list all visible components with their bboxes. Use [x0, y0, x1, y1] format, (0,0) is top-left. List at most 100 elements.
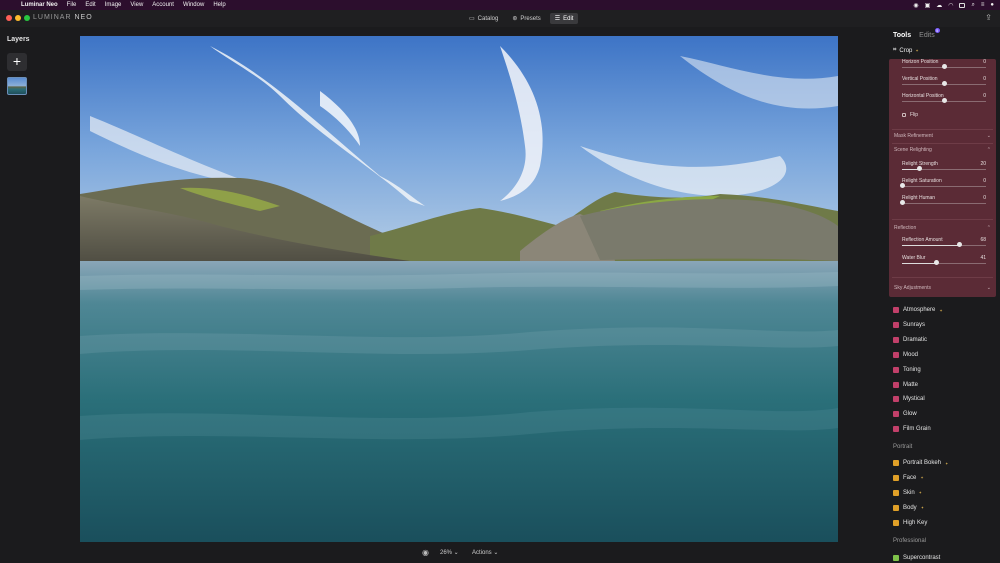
slider-label: Reflection Amount	[902, 237, 943, 243]
menu-edit[interactable]: Edit	[85, 2, 95, 8]
tool-film-grain[interactable]: Film Grain	[893, 424, 993, 434]
menu-account[interactable]: Account	[152, 2, 174, 8]
edits-count-badge: 5	[934, 28, 940, 33]
control-center-icon[interactable]: ≡	[981, 2, 985, 8]
face-icon	[893, 474, 899, 481]
status-icon-1[interactable]: ◉	[913, 2, 918, 9]
menu-window[interactable]: Window	[183, 2, 204, 8]
ai-star-icon: ✦	[945, 460, 949, 466]
share-icon[interactable]: ⇪	[985, 13, 992, 22]
ai-star-icon: ✦	[939, 307, 943, 313]
eye-icon[interactable]: ◉	[422, 548, 429, 557]
section-reflection[interactable]: Reflection ⌃	[894, 225, 993, 231]
glow-icon	[893, 411, 899, 418]
crop-icon: ⌗	[893, 47, 897, 53]
tool-skin[interactable]: Skin ✦	[893, 488, 993, 498]
siri-icon[interactable]: ●	[990, 2, 994, 8]
layer-thumbnail[interactable]	[7, 77, 27, 95]
close-window-button[interactable]	[6, 15, 12, 21]
section-scene-relighting[interactable]: Scene Relighting ⌃	[894, 147, 993, 153]
tool-label: Toning	[903, 366, 921, 373]
tool-portrait-bokeh[interactable]: Portrait Bokeh ✦	[893, 458, 993, 468]
supercontrast-icon	[893, 555, 899, 561]
slider-knob[interactable]	[900, 183, 905, 188]
tool-dramatic[interactable]: Dramatic	[893, 335, 993, 345]
tool-mystical[interactable]: Mystical	[893, 394, 993, 404]
zoom-dropdown[interactable]: 26% ⌄	[440, 549, 459, 556]
slider-value: 0	[983, 93, 986, 99]
zoom-window-button[interactable]	[24, 15, 30, 21]
tool-supercontrast[interactable]: Supercontrast	[893, 553, 993, 563]
tool-mood[interactable]: Mood	[893, 350, 993, 360]
slider-label: Relight Human	[902, 195, 936, 201]
slider-knob[interactable]	[917, 166, 922, 171]
slider-track[interactable]	[902, 203, 986, 204]
slider-label: Relight Saturation	[902, 178, 942, 184]
status-icon-3[interactable]: ☁	[936, 2, 942, 9]
menu-file[interactable]: File	[67, 2, 77, 8]
ai-star-icon: ✦	[915, 48, 919, 53]
tool-face[interactable]: Face ✦	[893, 473, 993, 483]
tab-edits[interactable]: Edits 5	[919, 28, 940, 39]
slider-knob[interactable]	[934, 260, 939, 265]
actions-dropdown[interactable]: Actions ⌄	[472, 549, 498, 556]
battery-icon[interactable]	[959, 2, 966, 8]
tool-label: Portrait Bokeh	[903, 460, 942, 466]
slider-knob[interactable]	[942, 98, 947, 103]
tool-body[interactable]: Body ✦	[893, 503, 993, 513]
category-portrait: Portrait	[893, 444, 913, 450]
slider-knob[interactable]	[900, 200, 905, 205]
ai-star-icon: ✦	[920, 505, 925, 511]
slider-value: 20	[980, 161, 986, 167]
canvas-toolbar: ◉ 26% ⌄ Actions ⌄	[80, 544, 838, 561]
section-mask-refinement[interactable]: Mask Refinement ⌄	[894, 133, 993, 139]
crop-tool[interactable]: ⌗ Crop ✦	[893, 47, 919, 54]
slider-knob[interactable]	[942, 81, 947, 86]
mode-catalog-button[interactable]: ▭ Catalog	[464, 13, 503, 24]
tool-label: Dramatic	[903, 336, 928, 343]
mode-presets-button[interactable]: ⊛ Presets	[507, 13, 545, 24]
tool-high-key[interactable]: High Key	[893, 518, 993, 528]
photo-canvas[interactable]	[80, 36, 838, 542]
chevron-down-icon: ⌄	[986, 285, 991, 291]
slider-knob[interactable]	[957, 242, 962, 247]
menu-image[interactable]: Image	[105, 2, 122, 8]
divider	[892, 143, 993, 144]
status-icon-2[interactable]: ▣	[925, 2, 931, 9]
tool-toning[interactable]: Toning	[893, 365, 993, 375]
slider-label: Water Blur	[902, 255, 926, 261]
mode-switcher: ▭ Catalog ⊛ Presets ☰ Edit	[464, 13, 579, 24]
tool-atmosphere[interactable]: Atmosphere ✦	[893, 305, 993, 315]
slider-label: Horizon Position	[902, 59, 939, 65]
ai-star-icon: ✦	[918, 490, 923, 496]
sunrays-icon	[893, 321, 899, 328]
menu-app-name[interactable]: Luminar Neo	[21, 2, 58, 8]
tool-matte[interactable]: Matte	[893, 380, 993, 390]
status-icons: ◉ ▣ ☁ ◠ ⌕ ≡ ●	[913, 0, 994, 10]
slider-track[interactable]	[902, 186, 986, 187]
tool-label: Sunrays	[903, 321, 926, 328]
slider-knob[interactable]	[942, 64, 947, 69]
divider	[892, 219, 993, 220]
sliders-icon: ☰	[554, 16, 561, 22]
flip-checkbox[interactable]: Flip	[902, 112, 918, 118]
tool-sunrays[interactable]: Sunrays	[893, 320, 993, 330]
search-icon[interactable]: ⌕	[971, 2, 974, 9]
slider-value: 68	[980, 237, 986, 243]
mode-edit-button[interactable]: ☰ Edit	[549, 13, 579, 24]
menu-help[interactable]: Help	[213, 2, 225, 8]
divider	[892, 129, 993, 130]
tool-glow[interactable]: Glow	[893, 409, 993, 419]
chevron-up-icon: ⌃	[986, 225, 991, 231]
atmosphere-icon	[893, 307, 899, 313]
checkbox-icon	[902, 113, 906, 117]
section-sky-adjustments[interactable]: Sky Adjustments ⌄	[894, 285, 993, 291]
layers-title: Layers	[7, 36, 30, 43]
slider-fill	[902, 245, 959, 246]
tab-tools[interactable]: Tools	[893, 32, 911, 39]
add-layer-button[interactable]: +	[7, 53, 27, 71]
wifi-icon[interactable]: ◠	[948, 2, 953, 9]
minimize-window-button[interactable]	[15, 15, 21, 21]
slider-label: Horizontal Position	[902, 93, 944, 99]
menu-view[interactable]: View	[130, 2, 143, 8]
